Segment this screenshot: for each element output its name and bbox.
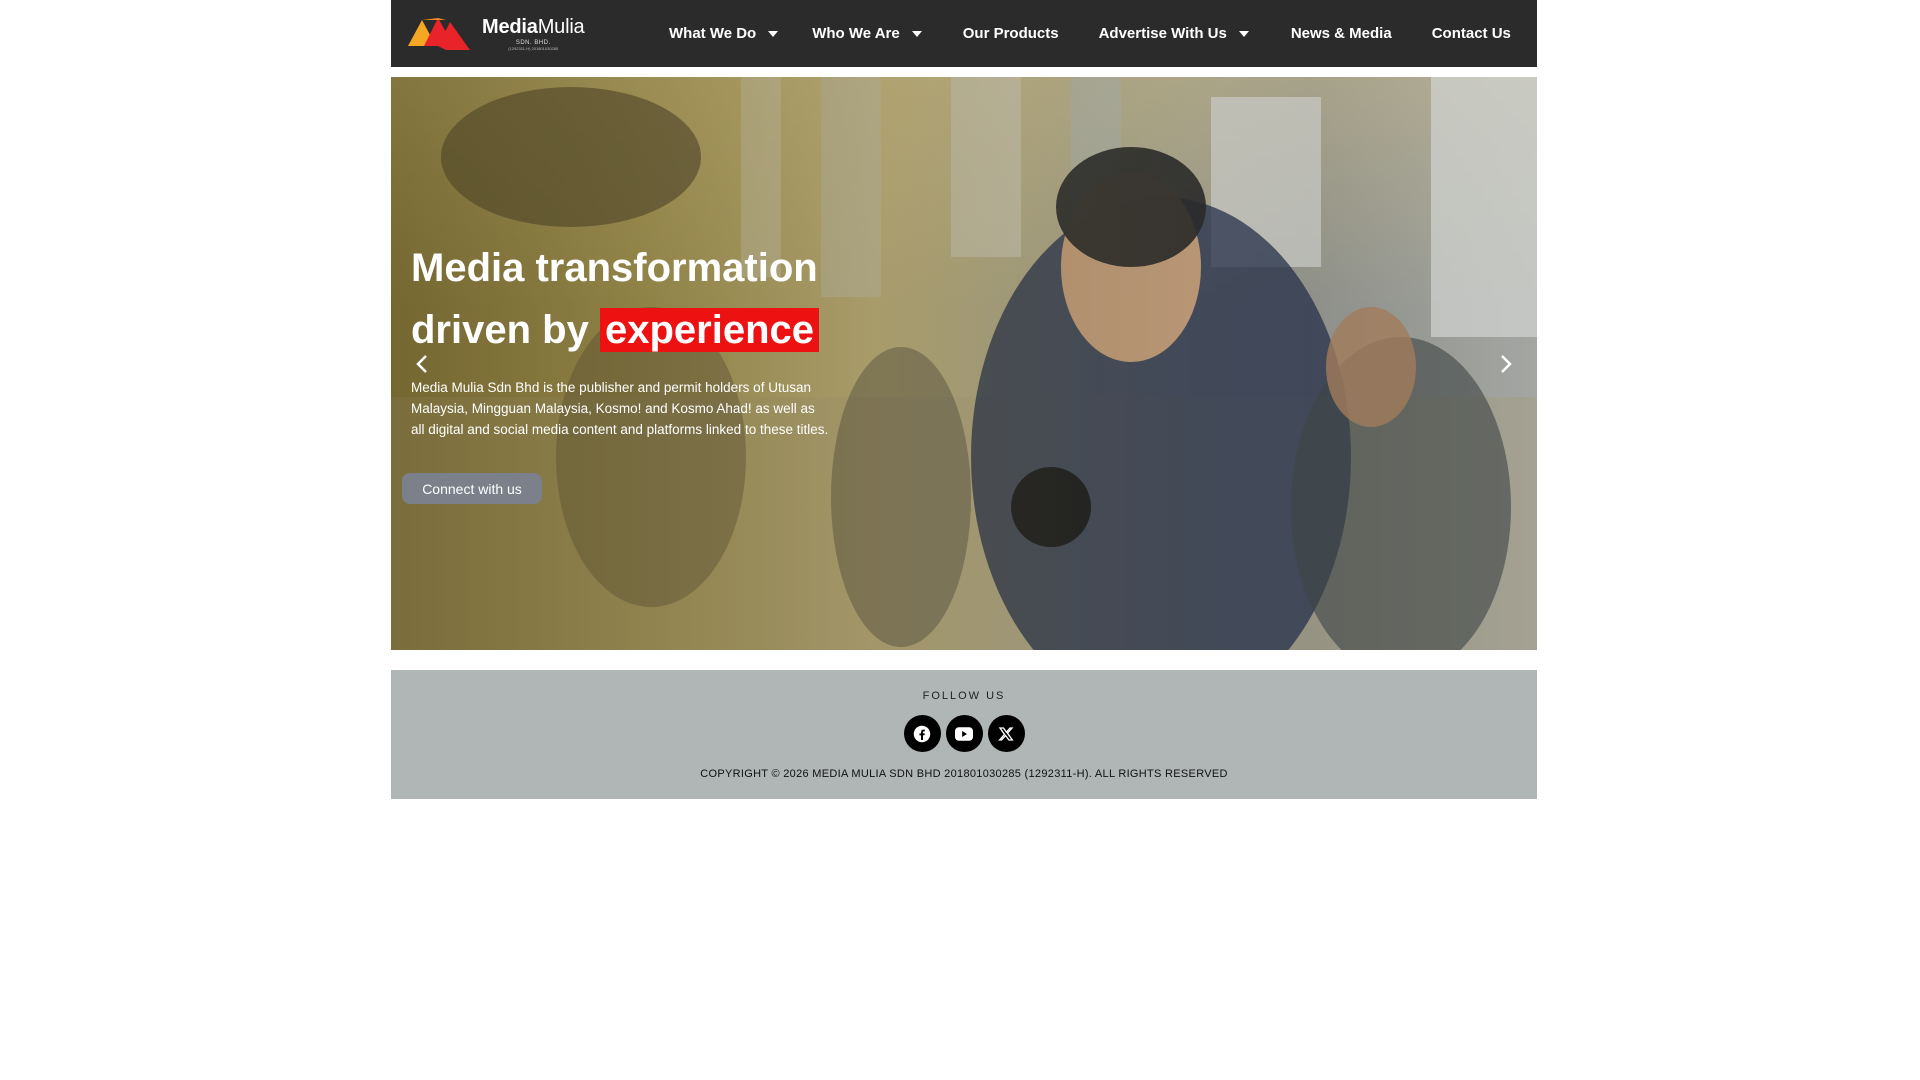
caret-down-icon: [1238, 30, 1249, 37]
brand-name-bold: Media: [482, 16, 538, 38]
caret-down-icon: [911, 30, 922, 37]
nav-who-we-are[interactable]: Who We Are: [812, 25, 922, 42]
nav-our-products[interactable]: Our Products: [963, 25, 1059, 42]
hero-description: Media Mulia Sdn Bhd is the publisher and…: [411, 380, 829, 437]
hero-title: Media transformation driven by experienc…: [411, 237, 819, 361]
main-nav: What We Do Who We Are Our Products Adver…: [669, 0, 1511, 67]
caret-down-icon: [768, 30, 779, 37]
brand-wordmark: MediaMulia SDN. BHD. (1292311-H) 2018010…: [482, 16, 585, 51]
nav-advertise-with-us[interactable]: Advertise With Us: [1099, 25, 1249, 42]
facebook-icon[interactable]: [903, 715, 941, 752]
connect-with-us-button[interactable]: Connect with us: [402, 473, 542, 504]
site-header: MediaMulia SDN. BHD. (1292311-H) 2018010…: [391, 0, 1537, 67]
logo-mark-icon: [408, 18, 470, 50]
x-icon[interactable]: [987, 715, 1025, 752]
nav-news-media[interactable]: News & Media: [1291, 25, 1392, 42]
hero-title-line2: driven by: [411, 308, 589, 352]
social-links: [391, 715, 1537, 752]
chevron-left-icon[interactable]: [411, 352, 435, 376]
nav-contact-us[interactable]: Contact Us: [1432, 25, 1511, 42]
site-footer: FOLLOW US COPYRIGHT © 2026 MEDIA MULIA S…: [391, 670, 1537, 799]
page-container: MediaMulia SDN. BHD. (1292311-H) 2018010…: [391, 0, 1537, 799]
nav-label: What We Do: [669, 25, 757, 42]
youtube-icon[interactable]: [945, 715, 983, 752]
nav-label: Contact Us: [1431, 25, 1511, 42]
nav-label: Our Products: [962, 25, 1059, 42]
brand-sub2: (1292311-H) 201801030285: [508, 46, 559, 51]
hero-title-highlight: experience: [599, 308, 819, 352]
brand-name-regular: Mulia: [537, 16, 585, 38]
brand-logo[interactable]: MediaMulia SDN. BHD. (1292311-H) 2018010…: [408, 16, 585, 52]
nav-label: Who We Are: [812, 25, 900, 42]
chevron-right-icon[interactable]: [1493, 352, 1517, 376]
hero-title-line1: Media transformation: [411, 246, 818, 290]
hero-overlay: [391, 77, 1537, 650]
nav-label: Advertise With Us: [1098, 25, 1227, 42]
follow-us-label: FOLLOW US: [922, 690, 1006, 702]
nav-label: News & Media: [1290, 25, 1392, 42]
copyright-text: COPYRIGHT © 2026 MEDIA MULIA SDN BHD 201…: [700, 768, 1228, 780]
hero-slider: Media transformation driven by experienc…: [391, 77, 1537, 650]
nav-what-we-do[interactable]: What We Do: [669, 25, 779, 42]
